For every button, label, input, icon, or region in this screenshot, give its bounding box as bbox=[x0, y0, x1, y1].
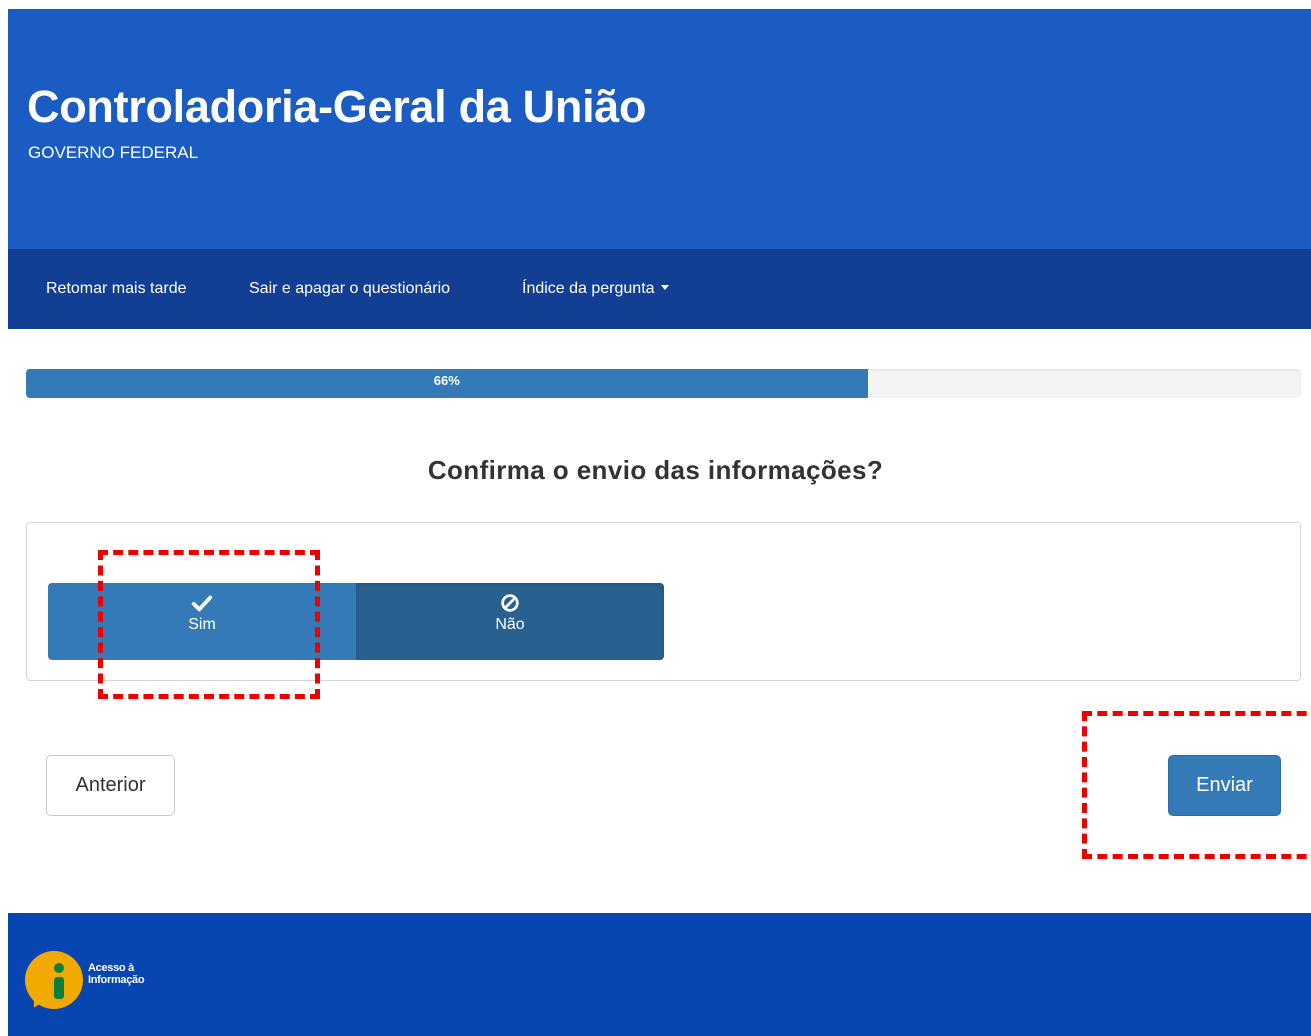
answer-yes-label: Sim bbox=[188, 616, 216, 633]
nav-resume-later[interactable]: Retomar mais tarde bbox=[46, 249, 187, 329]
logo-i-dot bbox=[54, 963, 64, 973]
logo-text: Acesso à Informação bbox=[88, 962, 145, 986]
logo-text-line1: Acesso à bbox=[88, 962, 134, 974]
questionnaire-navbar: Retomar mais tarde Sair e apagar o quest… bbox=[8, 249, 1311, 329]
answer-yes-button[interactable]: Sim bbox=[48, 583, 356, 660]
access-to-information-logo: Acesso à Informação bbox=[25, 951, 185, 1015]
progress-bar: 66% bbox=[26, 369, 1301, 398]
previous-button[interactable]: Anterior bbox=[46, 755, 175, 816]
nav-question-index-dropdown[interactable]: Índice da pergunta bbox=[522, 249, 669, 329]
nav-question-index-label: Índice da pergunta bbox=[522, 280, 655, 297]
site-header: Controladoria-Geral da União GOVERNO FED… bbox=[8, 9, 1311, 249]
logo-text-line2: Informação bbox=[88, 974, 145, 986]
caret-down-icon bbox=[660, 285, 669, 291]
top-gap bbox=[0, 0, 1311, 9]
site-title: Controladoria-Geral da União bbox=[27, 81, 647, 132]
ban-icon bbox=[501, 594, 519, 612]
answer-panel: Sim Não bbox=[26, 522, 1301, 681]
question-title: Confirma o envio das informações? bbox=[427, 455, 884, 485]
progress-fill: 66% bbox=[26, 369, 868, 398]
submit-button[interactable]: Enviar bbox=[1168, 755, 1281, 816]
answer-no-label: Não bbox=[495, 616, 525, 633]
check-icon bbox=[191, 595, 213, 612]
site-footer: Acesso à Informação bbox=[8, 913, 1311, 1036]
information-icon bbox=[25, 951, 83, 1009]
site-subtitle: GOVERNO FEDERAL bbox=[28, 143, 199, 162]
nav-exit-and-delete[interactable]: Sair e apagar o questionário bbox=[249, 249, 450, 329]
answer-no-button[interactable]: Não bbox=[356, 583, 664, 660]
logo-i-stem bbox=[54, 977, 64, 999]
